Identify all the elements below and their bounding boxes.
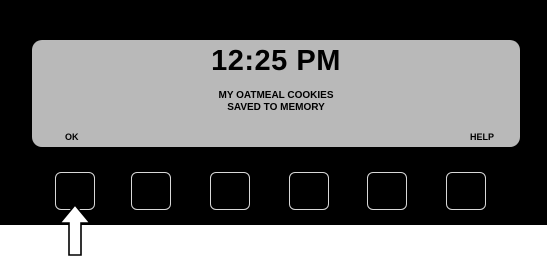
softkey-label-ok: OK [65, 132, 79, 142]
message-line-1: MY OATMEAL COOKIES [218, 90, 334, 101]
softkey-6-help-button[interactable] [446, 172, 486, 210]
control-panel: 12:25 PM MY OATMEAL COOKIES SAVED TO MEM… [0, 0, 547, 225]
message-line-2: SAVED TO MEMORY [227, 102, 325, 113]
softkey-label-help: HELP [469, 132, 494, 142]
up-arrow-icon [59, 204, 91, 256]
softkey-2-button[interactable] [131, 172, 171, 210]
softkey-4-button[interactable] [289, 172, 329, 210]
softkey-5-button[interactable] [367, 172, 407, 210]
softkey-3-button[interactable] [210, 172, 250, 210]
clock-time: 12:25 PM [211, 45, 341, 77]
lcd-display: 12:25 PM MY OATMEAL COOKIES SAVED TO MEM… [32, 40, 520, 147]
